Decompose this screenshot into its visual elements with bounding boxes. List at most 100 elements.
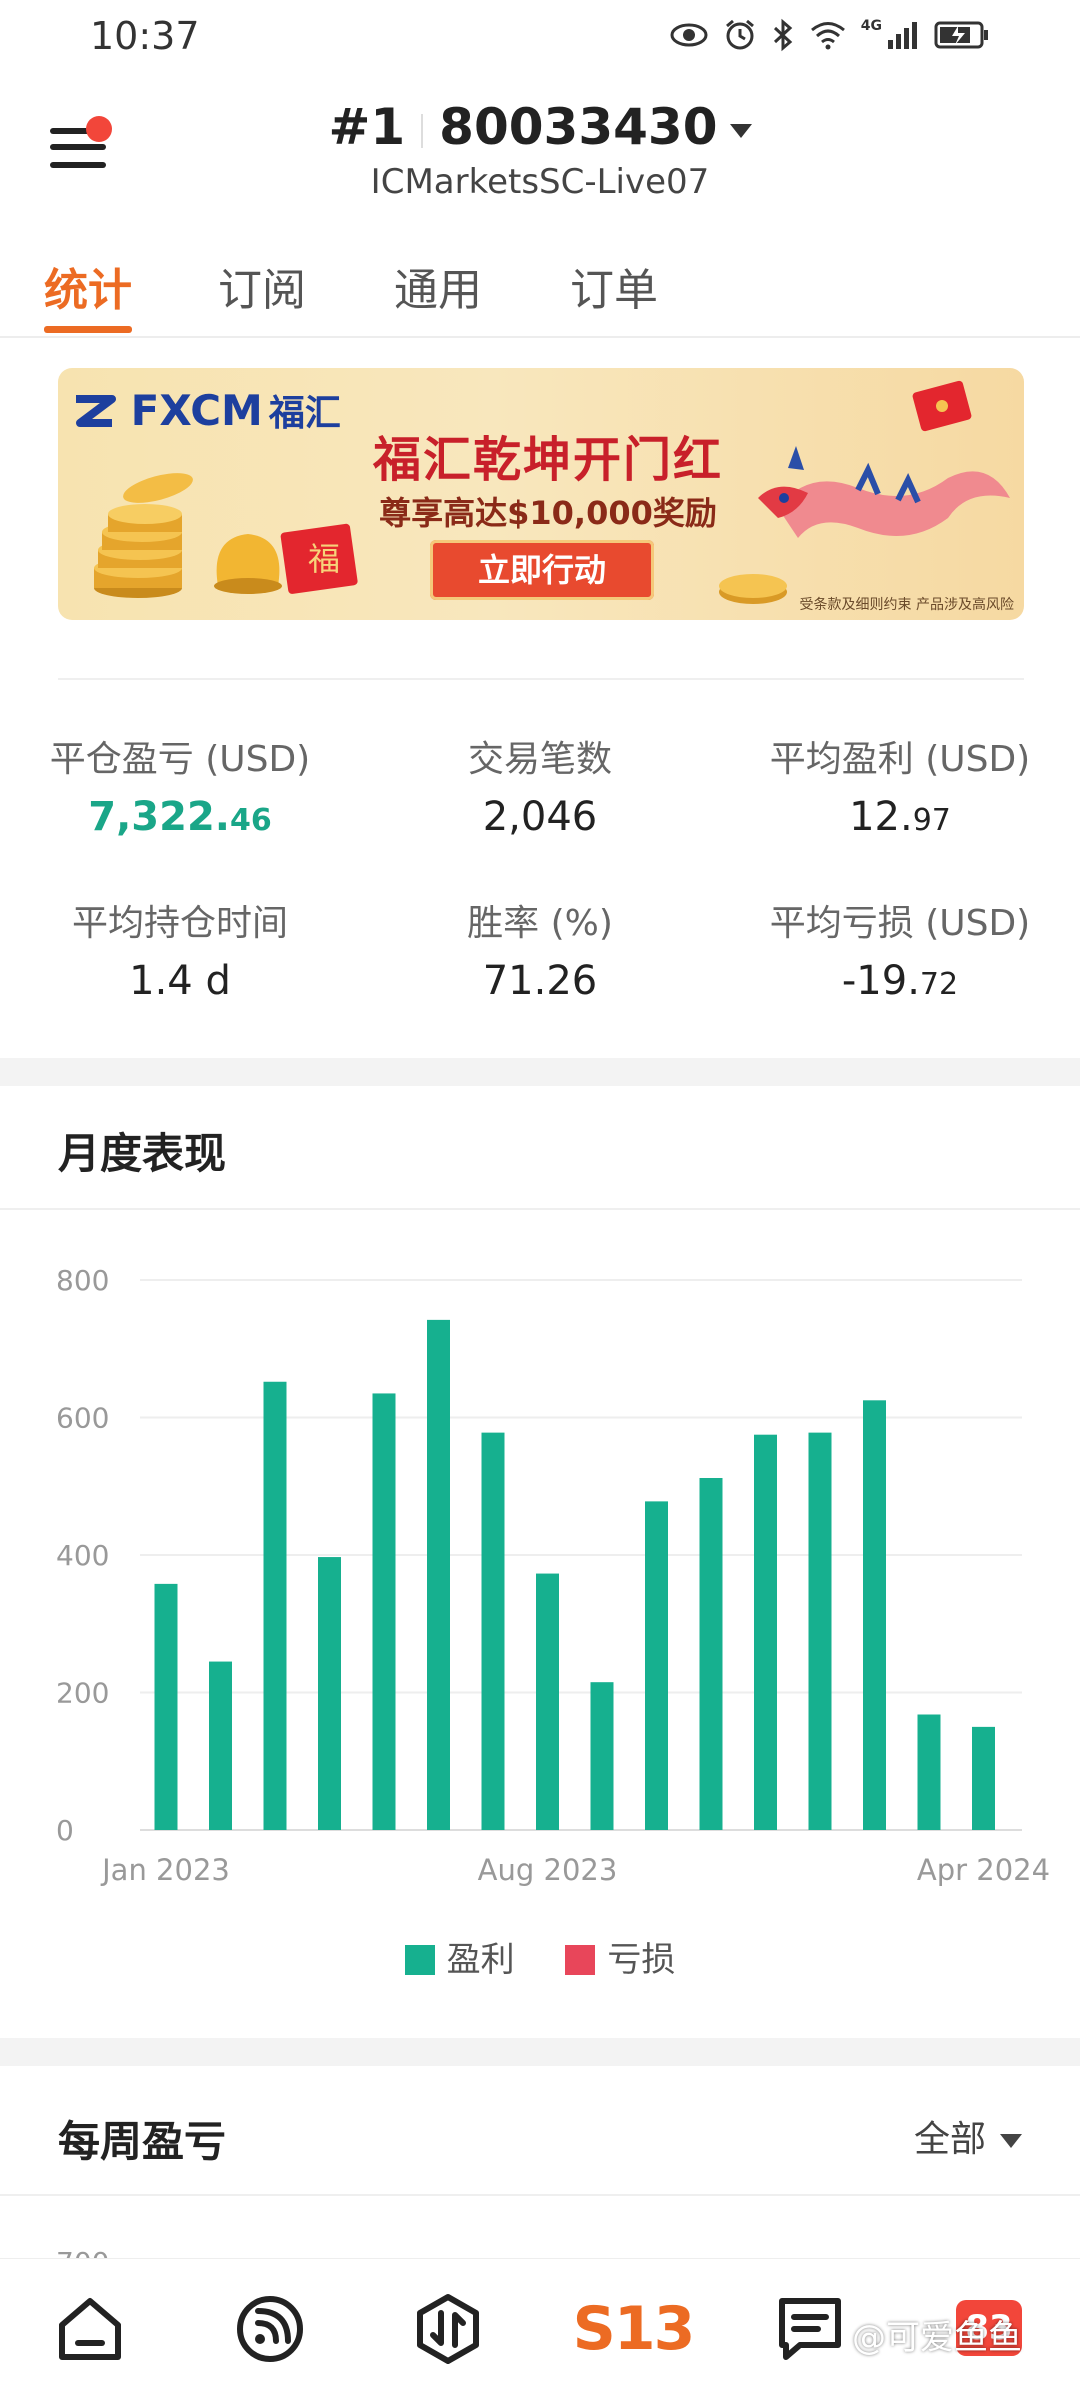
stat-value-main: 7,322. [88,794,230,840]
battery-icon [934,21,988,49]
stat-average-holding-time: 平均持仓时间 1.4 d [10,894,350,1004]
stat-value: 2,046 [370,794,710,840]
bar-profit-2[interactable] [263,1381,287,1830]
stat-label: 平均持仓时间 [71,903,288,944]
bar-profit-5[interactable] [427,1319,450,1830]
stat-average-profit: 平均盈利 (USD) 12.97 [730,730,1070,840]
tab-general[interactable]: 通用 [394,254,482,318]
account-number: 80033430 [439,98,718,156]
legend-swatch [565,1945,596,1975]
nav-s13[interactable]: S13 [573,2289,696,2369]
stat-value: 1.4 d [10,958,350,1004]
stat-value-main: 1.4 d [129,958,231,1004]
weekly-pnl-title: 每周盈亏 [58,2117,227,2166]
watermark-text: @可爱鱼鱼 [852,2318,1022,2358]
stat-value: -19.72 [730,958,1070,1004]
bar-profit-7[interactable] [536,1573,559,1830]
chevron-down-icon [1000,2134,1022,2148]
weekly-filter-label: 全部 [913,2119,986,2160]
account-separator [421,113,424,148]
eye-icon [670,23,708,47]
stat-value: 71.26 [370,958,710,1004]
stat-value: 12.97 [730,794,1070,840]
alarm-icon [725,19,754,50]
nav-feed[interactable] [230,2289,310,2369]
gold-coin-icon [719,574,787,604]
brand-name-zh: 福汇 [268,393,341,434]
trade-icon [417,2294,479,2364]
banner-title: 福汇乾坤开门红 [372,432,723,488]
fxcm-logo-icon [76,395,116,427]
monthly-performance-chart: 0 200 400 600 800 Jan 2023 Aug 2023 Apr 2024 [56,1264,1050,1887]
network-type-label: 4G [860,18,882,34]
bar-profit-6[interactable] [481,1432,505,1830]
y-tick-label: 800 [56,1264,109,1297]
promo-banner[interactable]: FXCM 福汇 福 福汇乾坤开门红 尊享高达$10,000奖励 立即行动 受条款及… [58,368,1024,620]
y-tick-label: 200 [56,1677,109,1710]
stat-value-main: 12. [849,794,913,840]
x-tick-label: Apr 2024 [917,1853,1050,1887]
messages-icon [779,2298,841,2360]
nav-messages[interactable] [770,2289,850,2369]
signal-icon [888,22,917,49]
feed-icon [237,2296,303,2362]
tab-statistics[interactable]: 统计 [44,254,132,318]
bar-profit-11[interactable] [754,1434,777,1830]
chart-legend: 盈利 亏损 [0,1932,1080,1981]
s13-logo: S13 [572,2294,696,2364]
gold-coins-icon: 福 [94,473,358,598]
account-index: #1 [328,98,406,156]
bar-profit-1[interactable] [209,1661,232,1830]
bar-profit-8[interactable] [590,1682,614,1830]
stat-win-rate: 胜率 (%) 71.26 [370,894,710,1004]
banner-disclaimer: 受条款及细则约束 产品涉及高风险 [799,597,1014,613]
active-tab-indicator [44,326,132,333]
account-selector[interactable]: #1 80033430 [0,98,1080,156]
status-icons: 4G [669,18,990,52]
bar-profit-12[interactable] [808,1432,832,1830]
banner-cta-button[interactable]: 立即行动 [430,540,654,600]
bluetooth-icon [773,18,793,52]
bar-profit-15[interactable] [972,1726,995,1830]
server-name: ICMarketsSC-Live07 [370,162,710,202]
stat-value-decimals: 97 [912,803,951,838]
brand-logo: FXCM 福汇 [72,384,341,436]
stat-value-decimals: 72 [919,967,959,1002]
home-icon [59,2298,121,2360]
bar-profit-13[interactable] [863,1400,886,1830]
legend-item-loss[interactable]: 亏损 [565,1932,675,1981]
divider [0,2194,1080,2196]
bar-profit-14[interactable] [917,1714,941,1831]
status-time: 10:37 [90,14,200,58]
nav-home[interactable] [50,2289,130,2369]
stat-value-main: -19. [841,958,920,1004]
legend-swatch [404,1945,435,1975]
stat-label: 平均亏损 (USD) [769,903,1031,944]
divider [0,1208,1080,1210]
nav-trade[interactable] [408,2289,488,2369]
stat-closed-pnl: 平仓盈亏 (USD) 7,322.46 [10,730,350,840]
bar-profit-4[interactable] [372,1393,396,1830]
dragon-icon [758,446,1010,538]
bar-profit-3[interactable] [318,1557,341,1830]
legend-label: 盈利 [446,1940,515,1980]
tab-subscriptions[interactable]: 订阅 [218,254,306,318]
x-tick-label: Aug 2023 [478,1853,618,1887]
divider [58,678,1024,680]
section-separator [0,1058,1080,1086]
stat-label: 平均盈利 (USD) [769,739,1031,780]
banner-subtitle: 尊享高达$10,000奖励 [379,494,717,532]
stat-value: 7,322.46 [10,794,350,840]
stat-label: 平仓盈亏 (USD) [49,739,311,780]
bar-profit-0[interactable] [154,1583,178,1830]
legend-item-profit[interactable]: 盈利 [404,1932,515,1981]
legend-label: 亏损 [607,1940,676,1980]
y-tick-label: 400 [56,1539,109,1572]
y-tick-label: 600 [56,1402,109,1435]
bar-profit-10[interactable] [699,1478,723,1830]
stat-value-main: 71.26 [482,958,598,1004]
stat-value-decimals: 46 [229,803,272,838]
tab-orders[interactable]: 订单 [570,254,658,318]
bar-profit-9[interactable] [645,1501,668,1830]
weekly-filter-dropdown[interactable]: 全部 [914,2110,1022,2162]
